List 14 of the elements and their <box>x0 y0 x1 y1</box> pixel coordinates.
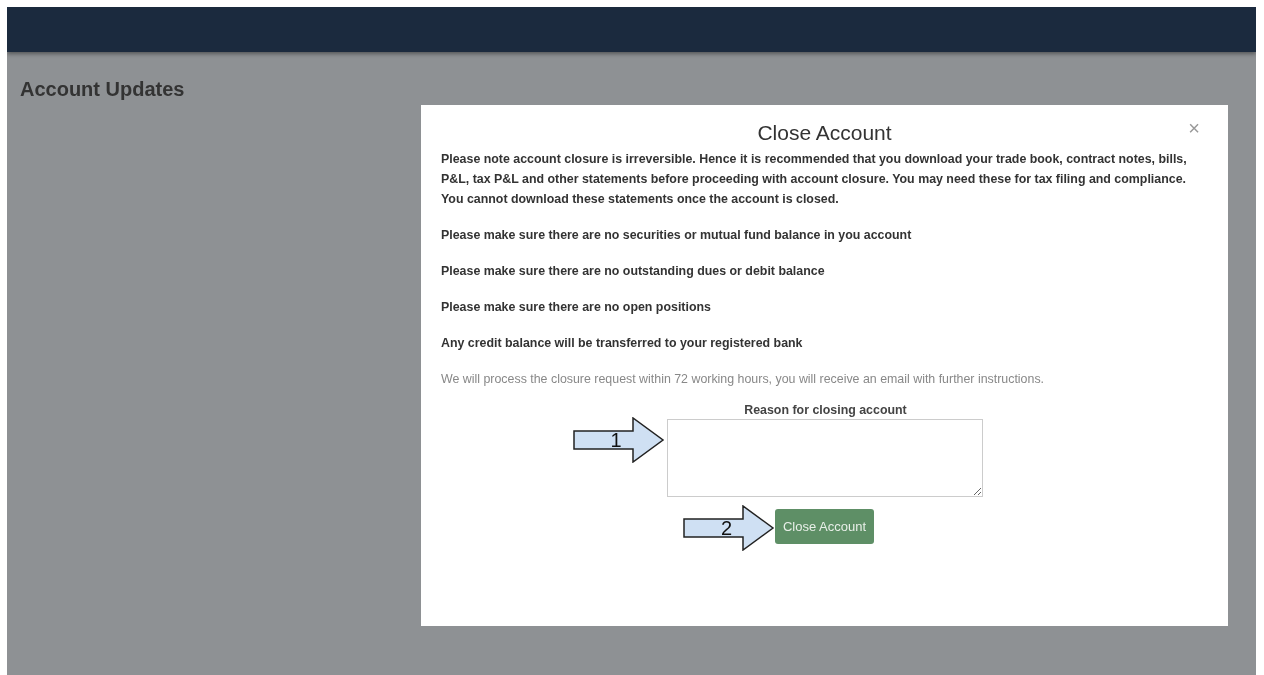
page-title: Account Updates <box>20 78 185 101</box>
notice-text: Please note account closure is irreversible. Hence it is recommended that you download your trade book, contract notes, bills, P&L, tax P&L and other statements before proceeding with account closure. You may need these for tax filing and compliance. You cannot download these statements once the account is closed. <box>441 151 1188 208</box>
notice-text: Please make sure there are no open positions <box>441 299 712 316</box>
notice-text: Any credit balance will be transferred to your registered bank <box>441 335 804 352</box>
notice-text: Please make sure there are no outstanding dues or debit balance <box>441 263 826 280</box>
reason-field[interactable] <box>666 419 983 497</box>
notice-text: We will process the closure request within 72 working hours, you will receive an email with further instructions. <box>441 371 1046 388</box>
field-label: Reason for closing account <box>744 403 907 417</box>
callout-number: 2 <box>720 517 733 540</box>
notice-text: Please make sure there are no securities or mutual fund balance in you account <box>441 227 913 244</box>
modal-title: Close Account <box>757 120 892 146</box>
callout-number: 1 <box>610 429 622 452</box>
close-button[interactable]: × <box>1184 117 1204 140</box>
close-account-button[interactable]: Close Account <box>774 509 875 544</box>
